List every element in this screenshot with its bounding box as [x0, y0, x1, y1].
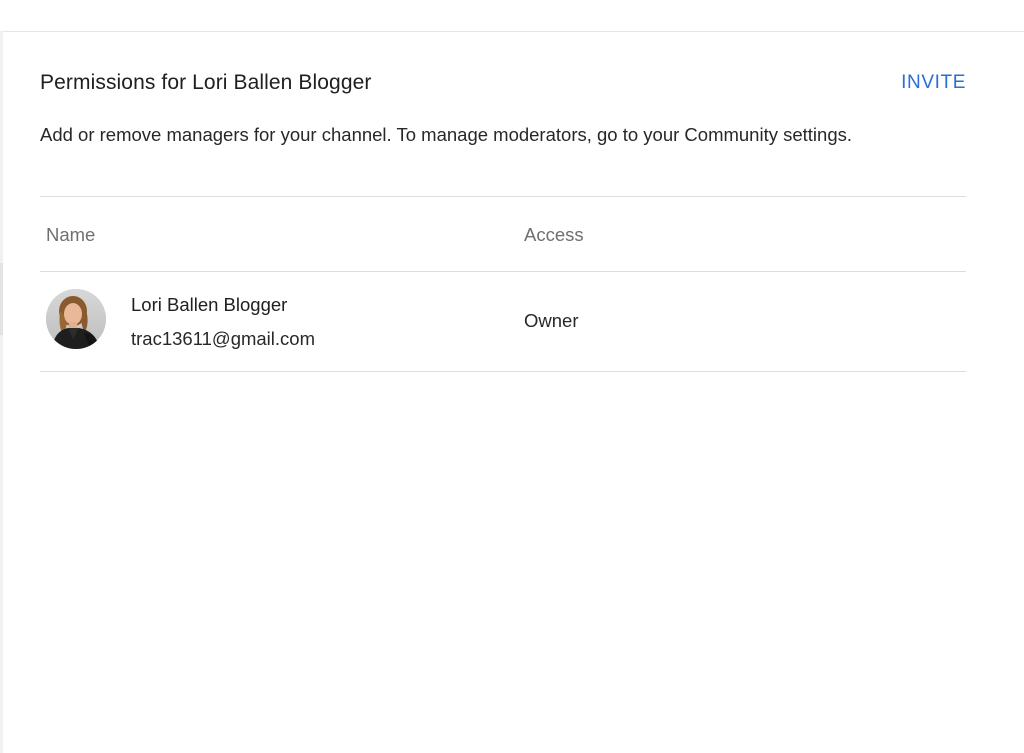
page-title: Permissions for Lori Ballen Blogger	[40, 71, 372, 94]
table-row[interactable]: Lori Ballen Blogger trac13611@gmail.com …	[40, 272, 966, 371]
access-level[interactable]: Owner	[524, 310, 579, 332]
avatar	[46, 289, 106, 349]
panel-header: Permissions for Lori Ballen Blogger INVI…	[40, 69, 966, 99]
left-edge	[0, 31, 3, 753]
divider-bottom	[40, 371, 966, 372]
user-avatar-photo-icon	[46, 289, 106, 349]
invite-button[interactable]: INVITE	[901, 72, 966, 94]
column-header-access: Access	[524, 224, 584, 245]
top-bar	[0, 0, 1024, 32]
divider-top	[40, 196, 966, 197]
left-edge-scroll-marker	[0, 263, 3, 335]
page-description: Add or remove managers for your channel.…	[40, 124, 853, 145]
column-header-name: Name	[46, 224, 96, 245]
user-email: trac13611@gmail.com	[131, 328, 315, 349]
user-name: Lori Ballen Blogger	[131, 294, 288, 315]
